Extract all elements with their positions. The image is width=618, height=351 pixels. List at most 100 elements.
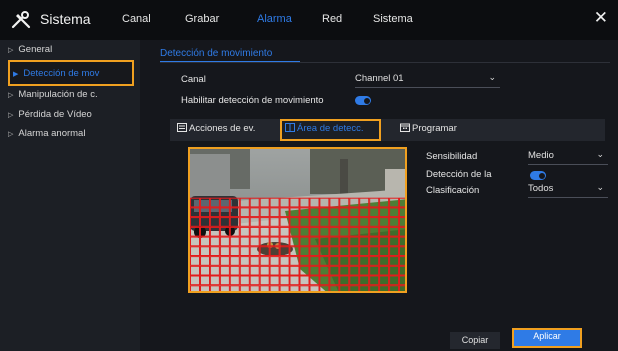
grid-cell[interactable]: [399, 265, 408, 276]
grid-cell[interactable]: [289, 246, 300, 257]
grid-cell[interactable]: [369, 236, 380, 247]
grid-cell[interactable]: [219, 236, 230, 247]
grid-cell[interactable]: [399, 285, 408, 293]
grid-cell[interactable]: [229, 265, 240, 276]
canal-select[interactable]: Channel 01 ⌄: [355, 70, 500, 88]
grid-cell[interactable]: [359, 275, 370, 286]
grid-cell[interactable]: [379, 275, 390, 286]
grid-cell[interactable]: [299, 275, 310, 286]
grid-cell[interactable]: [249, 256, 260, 266]
grid-cell[interactable]: [349, 265, 360, 276]
grid-cell[interactable]: [219, 226, 230, 237]
grid-cell[interactable]: [369, 226, 380, 237]
grid-cell[interactable]: [389, 285, 400, 293]
grid-cell[interactable]: [319, 256, 330, 266]
grid-cell[interactable]: [239, 236, 250, 247]
grid-cell[interactable]: [389, 226, 400, 237]
detection-toggle[interactable]: [530, 171, 546, 180]
grid-cell[interactable]: [229, 236, 240, 247]
enable-motion-toggle[interactable]: [355, 96, 371, 105]
grid-cell[interactable]: [339, 226, 350, 237]
grid-cell[interactable]: [279, 256, 290, 266]
grid-cell[interactable]: [249, 246, 260, 257]
grid-cell[interactable]: [249, 236, 260, 247]
grid-cell[interactable]: [309, 246, 320, 257]
grid-cell[interactable]: [209, 236, 220, 247]
grid-cell[interactable]: [229, 256, 240, 266]
grid-cell[interactable]: [279, 207, 290, 218]
grid-cell[interactable]: [200, 207, 210, 218]
grid-cell[interactable]: [339, 275, 350, 286]
grid-cell[interactable]: [190, 265, 200, 276]
grid-cell[interactable]: [200, 285, 210, 293]
grid-cell[interactable]: [389, 275, 400, 286]
grid-cell[interactable]: [269, 246, 280, 257]
grid-cell[interactable]: [259, 236, 270, 247]
grid-cell[interactable]: [369, 197, 380, 208]
nav-tab-alarma[interactable]: Alarma: [257, 13, 292, 25]
grid-cell[interactable]: [359, 256, 370, 266]
grid-cell[interactable]: [249, 275, 260, 286]
grid-cell[interactable]: [190, 236, 200, 247]
grid-cell[interactable]: [289, 265, 300, 276]
grid-cell[interactable]: [239, 226, 250, 237]
grid-cell[interactable]: [319, 207, 330, 218]
grid-cell[interactable]: [229, 226, 240, 237]
grid-cell[interactable]: [299, 217, 310, 227]
grid-cell[interactable]: [319, 285, 330, 293]
grid-cell[interactable]: [379, 236, 390, 247]
grid-cell[interactable]: [369, 275, 380, 286]
grid-cell[interactable]: [359, 226, 370, 237]
grid-cell[interactable]: [219, 207, 230, 218]
grid-cell[interactable]: [219, 275, 230, 286]
grid-cell[interactable]: [339, 217, 350, 227]
grid-cell[interactable]: [249, 285, 260, 293]
grid-cell[interactable]: [389, 256, 400, 266]
grid-cell[interactable]: [279, 197, 290, 208]
sensitivity-select[interactable]: Medio ⌄: [528, 147, 608, 165]
grid-cell[interactable]: [339, 246, 350, 257]
grid-cell[interactable]: [269, 256, 280, 266]
grid-cell[interactable]: [349, 226, 360, 237]
grid-cell[interactable]: [219, 285, 230, 293]
tab-event-actions[interactable]: Acciones de ev.: [177, 119, 255, 141]
grid-cell[interactable]: [359, 207, 370, 218]
grid-cell[interactable]: [289, 226, 300, 237]
grid-cell[interactable]: [309, 197, 320, 208]
grid-cell[interactable]: [279, 265, 290, 276]
grid-cell[interactable]: [349, 285, 360, 293]
nav-tab-sistema[interactable]: Sistema: [373, 13, 413, 25]
grid-cell[interactable]: [339, 207, 350, 218]
grid-cell[interactable]: [219, 265, 230, 276]
grid-cell[interactable]: [289, 217, 300, 227]
grid-cell[interactable]: [249, 226, 260, 237]
grid-cell[interactable]: [190, 197, 200, 208]
grid-cell[interactable]: [379, 197, 390, 208]
sidebar-item-general[interactable]: ▷ General: [8, 44, 52, 55]
grid-cell[interactable]: [190, 246, 200, 257]
grid-cell[interactable]: [209, 207, 220, 218]
grid-cell[interactable]: [309, 236, 320, 247]
grid-cell[interactable]: [349, 217, 360, 227]
grid-cell[interactable]: [379, 217, 390, 227]
grid-cell[interactable]: [190, 256, 200, 266]
grid-cell[interactable]: [329, 226, 340, 237]
grid-cell[interactable]: [389, 207, 400, 218]
grid-cell[interactable]: [229, 217, 240, 227]
grid-cell[interactable]: [239, 275, 250, 286]
grid-cell[interactable]: [279, 226, 290, 237]
grid-cell[interactable]: [259, 256, 270, 266]
grid-cell[interactable]: [379, 246, 390, 257]
grid-cell[interactable]: [249, 197, 260, 208]
grid-cell[interactable]: [309, 207, 320, 218]
grid-cell[interactable]: [289, 275, 300, 286]
grid-cell[interactable]: [329, 246, 340, 257]
grid-cell[interactable]: [329, 217, 340, 227]
grid-cell[interactable]: [359, 246, 370, 257]
grid-cell[interactable]: [389, 217, 400, 227]
grid-cell[interactable]: [379, 285, 390, 293]
grid-cell[interactable]: [349, 275, 360, 286]
tab-detection-area[interactable]: Área de detecc.: [280, 119, 381, 141]
grid-cell[interactable]: [269, 265, 280, 276]
grid-cell[interactable]: [229, 197, 240, 208]
